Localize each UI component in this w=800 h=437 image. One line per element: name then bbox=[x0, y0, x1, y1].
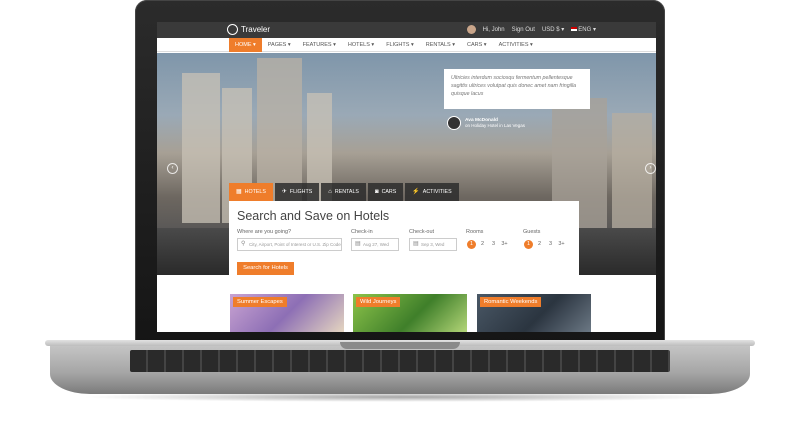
tab-cars[interactable]: ◙ CARS bbox=[367, 183, 404, 201]
card-wild-journeys[interactable]: Wild Journeys bbox=[353, 294, 467, 332]
avatar[interactable] bbox=[466, 25, 476, 34]
author-caption: on Holiday Hotel in Las Vegas bbox=[465, 123, 526, 128]
laptop-screen: Traveler Hi, John Sign Out USD $ ▾ ENG ▾… bbox=[157, 22, 656, 332]
hero-banner: Ultricies interdum sociosqu fermentum pe… bbox=[157, 53, 656, 275]
logo-text: Traveler bbox=[241, 25, 271, 34]
rooms-option-3[interactable]: 3 bbox=[489, 240, 498, 249]
nav-features[interactable]: FEATURES ▾ bbox=[297, 38, 342, 52]
background-building bbox=[182, 73, 220, 223]
user-greeting[interactable]: Hi, John bbox=[483, 27, 505, 33]
search-tabs: ▦ HOTELS ✈ FLIGHTS ⌂ RENTALS ◙ CARS ⚡ ACTIVIT… bbox=[229, 183, 459, 201]
featured-cards: Summer Escapes Wild Journeys Romantic We… bbox=[157, 275, 656, 332]
map-marker-icon: ⚲ bbox=[241, 241, 246, 247]
guests-label: Guests bbox=[523, 229, 541, 235]
search-hotels-button[interactable]: Search for Hotels bbox=[237, 262, 294, 275]
tab-rentals[interactable]: ⌂ RENTALS bbox=[321, 183, 366, 201]
user-area: Hi, John Sign Out USD $ ▾ ENG ▾ bbox=[466, 25, 596, 34]
laptop-notch bbox=[340, 342, 460, 349]
next-slide-arrow-icon[interactable]: › bbox=[645, 163, 656, 174]
sign-out-link[interactable]: Sign Out bbox=[512, 27, 535, 33]
laptop-keyboard bbox=[130, 350, 670, 372]
calendar-icon: ▤ bbox=[413, 241, 419, 247]
language-select[interactable]: ENG ▾ bbox=[571, 26, 596, 33]
author-avatar bbox=[447, 116, 461, 130]
bolt-icon: ⚡ bbox=[412, 189, 420, 195]
checkout-input[interactable]: ▤ Sep 3, Wed bbox=[409, 238, 457, 251]
home-icon: ⌂ bbox=[328, 189, 332, 195]
where-label: Where are you going? bbox=[237, 229, 292, 235]
where-input[interactable]: ⚲ City, Airport, Point of Interest or U.S… bbox=[237, 238, 342, 251]
guests-option-2[interactable]: 2 bbox=[535, 240, 544, 249]
card-label: Summer Escapes bbox=[233, 297, 287, 307]
nav-cars[interactable]: CARS ▾ bbox=[461, 38, 493, 52]
rooms-option-2[interactable]: 2 bbox=[478, 240, 487, 249]
card-summer-escapes[interactable]: Summer Escapes bbox=[230, 294, 344, 332]
card-romantic-weekends[interactable]: Romantic Weekends bbox=[477, 294, 591, 332]
prev-slide-arrow-icon[interactable]: ‹ bbox=[167, 163, 178, 174]
rooms-option-more[interactable]: 3+ bbox=[500, 240, 509, 249]
search-panel: Search and Save on Hotels Where are you … bbox=[229, 201, 579, 275]
rooms-label: Rooms bbox=[466, 229, 484, 235]
nav-home[interactable]: HOME ▾ bbox=[229, 37, 262, 52]
tab-activities[interactable]: ⚡ ACTIVITIES bbox=[405, 183, 459, 201]
tab-flights[interactable]: ✈ FLIGHTS bbox=[274, 183, 320, 201]
nav-hotels[interactable]: HOTELS ▾ bbox=[342, 38, 380, 52]
search-title: Search and Save on Hotels bbox=[237, 209, 390, 223]
building-icon: ▦ bbox=[236, 189, 242, 195]
rooms-option-1[interactable]: 1 bbox=[467, 240, 476, 249]
main-nav: HOME ▾ PAGES ▾ FEATURES ▾ HOTELS ▾ FLIGH… bbox=[157, 37, 656, 52]
logo[interactable]: Traveler bbox=[227, 24, 270, 35]
card-label: Romantic Weekends bbox=[480, 297, 542, 307]
testimonial-author: Ava McDonald on Holiday Hotel in Las Veg… bbox=[447, 116, 525, 130]
nav-activities[interactable]: ACTIVITIES ▾ bbox=[493, 38, 539, 52]
plane-icon: ✈ bbox=[281, 189, 287, 195]
flag-icon bbox=[571, 27, 578, 31]
checkout-label: Check-out bbox=[409, 229, 435, 235]
guests-option-1[interactable]: 1 bbox=[524, 240, 533, 249]
testimonial-quote: Ultricies interdum sociosqu fermentum pe… bbox=[444, 69, 590, 109]
guests-option-more[interactable]: 3+ bbox=[557, 240, 566, 249]
card-label: Wild Journeys bbox=[356, 297, 401, 307]
nav-pages[interactable]: PAGES ▾ bbox=[262, 38, 297, 52]
tab-hotels[interactable]: ▦ HOTELS bbox=[229, 183, 273, 201]
calendar-icon: ▤ bbox=[355, 241, 361, 247]
currency-select[interactable]: USD $ ▾ bbox=[542, 26, 564, 33]
car-icon: ◙ bbox=[374, 189, 379, 195]
checkin-label: Check-in bbox=[351, 229, 373, 235]
top-bar: Traveler Hi, John Sign Out USD $ ▾ ENG ▾ bbox=[157, 22, 656, 38]
nav-rentals[interactable]: RENTALS ▾ bbox=[420, 38, 461, 52]
logo-icon bbox=[227, 24, 238, 35]
nav-flights[interactable]: FLIGHTS ▾ bbox=[380, 38, 420, 52]
checkin-input[interactable]: ▤ Aug 27, Wed bbox=[351, 238, 399, 251]
guests-option-3[interactable]: 3 bbox=[546, 240, 555, 249]
